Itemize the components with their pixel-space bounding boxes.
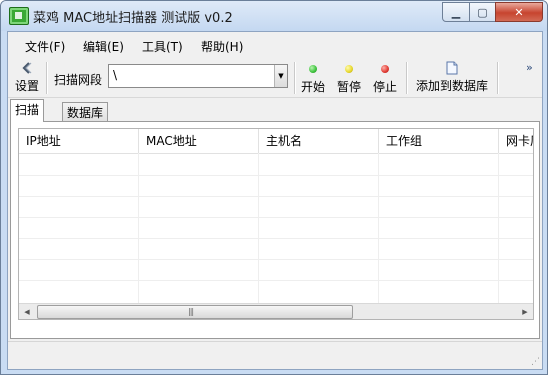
grid-line (19, 217, 533, 218)
column-header-mac[interactable]: MAC地址 (139, 129, 259, 153)
menu-edit[interactable]: 编辑(E) (83, 38, 124, 55)
close-icon: ✕ (514, 5, 524, 19)
horizontal-scrollbar[interactable]: ◀ ||| ▶ (19, 303, 533, 319)
close-button[interactable]: ✕ (495, 2, 543, 22)
scroll-right-arrow-icon[interactable]: ▶ (517, 304, 533, 319)
dropdown-arrow-icon[interactable]: ▼ (274, 65, 287, 87)
maximize-button[interactable]: ▢ (469, 2, 496, 22)
column-header-nic-vendor[interactable]: 网卡厂 (499, 129, 533, 153)
pause-label: 暂停 (336, 80, 361, 94)
toolbar-separator (46, 62, 48, 94)
grid-line (19, 196, 533, 197)
start-button[interactable]: 开始 (298, 61, 328, 95)
grid-line (19, 259, 533, 260)
grid-line (19, 280, 533, 281)
toolbar-separator (497, 62, 499, 94)
status-bar: ⋰ (8, 341, 542, 369)
add-to-database-label: 添加到数据库 (415, 79, 488, 93)
scroll-left-arrow-icon[interactable]: ◀ (19, 304, 35, 319)
menu-help[interactable]: 帮助(H) (201, 38, 243, 55)
settings-button[interactable]: 设置 (12, 61, 42, 95)
column-header-ip[interactable]: IP地址 (19, 129, 139, 153)
table-header: IP地址 MAC地址 主机名 工作组 网卡厂 (19, 129, 533, 154)
pause-button[interactable]: 暂停 (334, 61, 364, 95)
add-to-database-button[interactable]: 添加到数据库 (410, 61, 494, 95)
grid-line (19, 238, 533, 239)
column-header-hostname[interactable]: 主机名 (259, 129, 379, 153)
grid-line (19, 175, 533, 176)
stop-button[interactable]: 停止 (370, 61, 400, 95)
scan-range-combobox[interactable]: \ ▼ (108, 64, 288, 88)
toolbar-separator (294, 62, 296, 94)
toolbar-overflow-icon[interactable]: ›› (526, 61, 533, 74)
results-table[interactable]: IP地址 MAC地址 主机名 工作组 网卡厂 ◀ (18, 128, 534, 320)
minimize-button[interactable]: ▁ (442, 2, 470, 22)
tab-database[interactable]: 数据库 (62, 102, 109, 123)
maximize-icon: ▢ (477, 5, 488, 19)
scrollbar-thumb[interactable]: ||| (37, 305, 353, 319)
stop-label: 停止 (372, 80, 397, 94)
red-light-icon (381, 65, 389, 73)
start-label: 开始 (300, 80, 325, 94)
column-header-workgroup[interactable]: 工作组 (379, 129, 499, 153)
menu-bar: 文件(F) 编辑(E) 工具(T) 帮助(H) (8, 32, 542, 58)
scan-tab-panel: IP地址 MAC地址 主机名 工作组 网卡厂 ◀ (10, 121, 540, 339)
menu-file[interactable]: 文件(F) (25, 38, 65, 55)
scan-range-value: \ (113, 68, 118, 82)
minimize-icon: ▁ (451, 5, 461, 19)
settings-label: 设置 (14, 79, 39, 93)
window-title: 菜鸡 MAC地址扫描器 测试版 v0.2 (33, 11, 233, 26)
yellow-light-icon (345, 65, 353, 73)
client-area: 文件(F) 编辑(E) 工具(T) 帮助(H) 设置 扫描网段 \ ▼ 开始 暂… (7, 31, 543, 370)
tab-scan[interactable]: 扫描 (10, 99, 45, 122)
document-icon (446, 61, 458, 75)
size-grip-icon[interactable]: ⋰ (531, 357, 540, 367)
green-light-icon (309, 65, 317, 73)
settings-icon (22, 62, 32, 74)
app-icon (9, 7, 29, 25)
scroll-grip-icon: ||| (188, 307, 194, 316)
menu-tools[interactable]: 工具(T) (142, 38, 183, 55)
title-bar[interactable]: 菜鸡 MAC地址扫描器 测试版 v0.2 ▁ ▢ ✕ (1, 1, 547, 31)
scan-range-label: 扫描网段 (54, 73, 103, 87)
toolbar: 设置 扫描网段 \ ▼ 开始 暂停 停止 添加到数据库 ›› (8, 59, 542, 98)
toolbar-separator (406, 62, 408, 94)
app-window: 菜鸡 MAC地址扫描器 测试版 v0.2 ▁ ▢ ✕ 文件(F) 编辑(E) 工… (0, 0, 548, 375)
tab-strip: 扫描 数据库 (8, 99, 542, 123)
